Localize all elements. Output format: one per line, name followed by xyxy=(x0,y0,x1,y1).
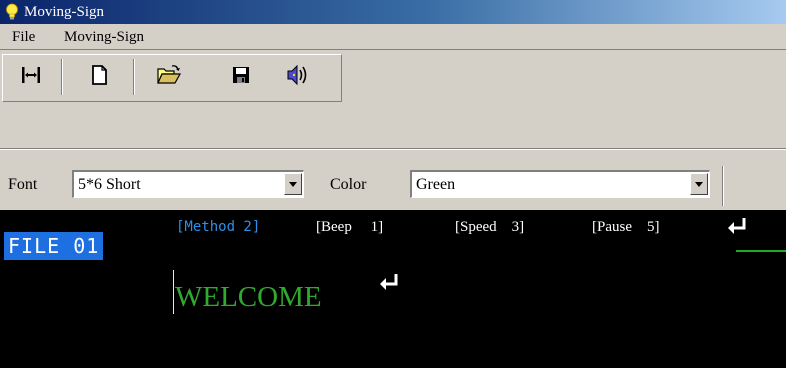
speaker-sound-icon xyxy=(284,62,310,93)
toolbar-band xyxy=(2,54,342,102)
method-param: [Method 2] xyxy=(176,219,261,235)
app-window: Moving-Sign File Moving-Sign Font 5*6 Sh… xyxy=(0,0,786,368)
speed-param: [Speed 3] xyxy=(455,219,525,235)
toolbar xyxy=(0,50,786,152)
font-label: Font xyxy=(8,176,38,193)
text-caret xyxy=(173,270,174,314)
open-folder-icon xyxy=(156,63,182,92)
color-select[interactable]: Green xyxy=(410,170,710,198)
toolbar-separator xyxy=(133,59,135,95)
sound-button[interactable] xyxy=(281,61,313,93)
beep-param: [Beep 1] xyxy=(316,219,384,235)
color-dropdown-button[interactable] xyxy=(690,173,708,195)
window-title: Moving-Sign xyxy=(24,4,105,20)
enter-return-icon xyxy=(378,272,402,299)
font-dropdown-button[interactable] xyxy=(284,173,302,195)
save-button[interactable] xyxy=(225,61,257,93)
file-label[interactable]: FILE 01 xyxy=(4,232,104,260)
chevron-down-icon xyxy=(288,175,298,193)
color-label: Color xyxy=(330,176,367,193)
menu-bar: File Moving-Sign xyxy=(0,24,786,50)
transfer-icon xyxy=(19,63,43,92)
options-bar-edge xyxy=(722,166,724,206)
transfer-button[interactable] xyxy=(15,61,47,93)
menu-file[interactable]: File xyxy=(10,28,37,46)
title-bar[interactable]: Moving-Sign xyxy=(0,0,786,24)
open-button[interactable] xyxy=(153,61,185,93)
message-editor[interactable]: FILE 01 [Method 2] [Beep 1] [Speed 3] [P… xyxy=(0,210,786,368)
enter-return-icon xyxy=(726,216,750,243)
font-select-value: 5*6 Short xyxy=(78,176,141,193)
new-file-button[interactable] xyxy=(83,61,115,93)
chevron-down-icon xyxy=(694,175,704,193)
line-marker xyxy=(736,250,786,252)
toolbar-bottom-edge xyxy=(0,148,786,150)
new-document-icon xyxy=(87,63,111,92)
save-disk-icon xyxy=(229,63,253,92)
toolbar-separator xyxy=(61,59,63,95)
options-bar: Font 5*6 Short Color Green xyxy=(0,158,786,208)
pause-param: [Pause 5] xyxy=(592,219,660,235)
menu-moving-sign[interactable]: Moving-Sign xyxy=(62,28,146,46)
font-select[interactable]: 5*6 Short xyxy=(72,170,304,198)
message-text[interactable]: WELCOME xyxy=(175,280,322,314)
color-select-value: Green xyxy=(416,176,456,193)
lightbulb-icon xyxy=(4,3,20,21)
